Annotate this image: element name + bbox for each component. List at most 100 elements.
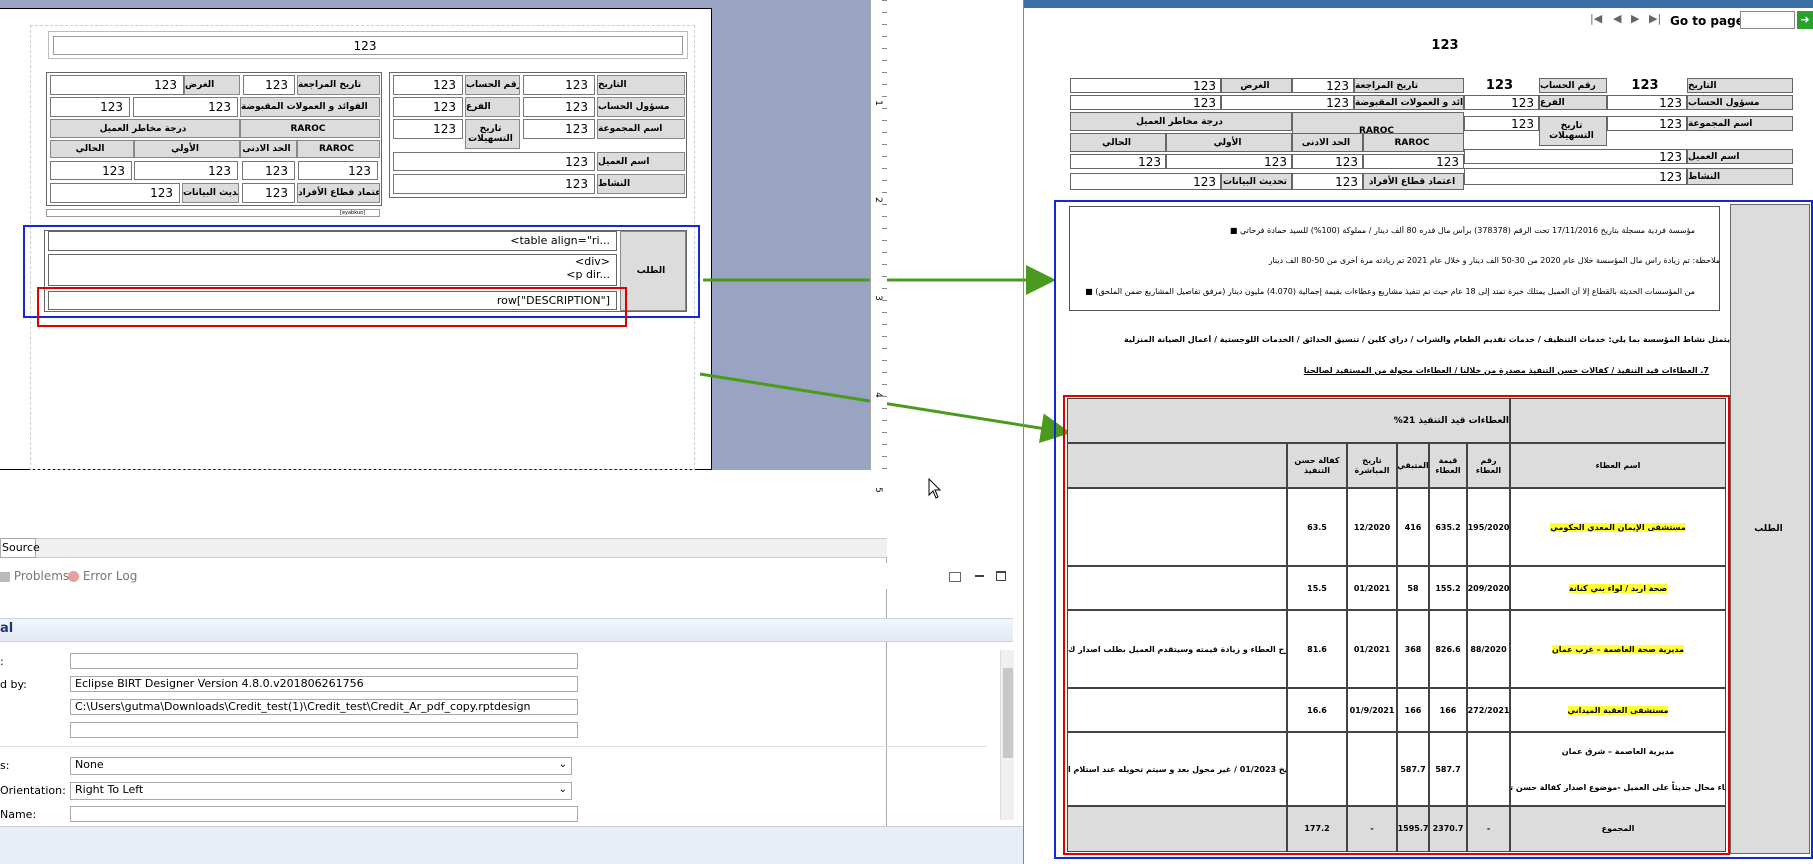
- pv-activity-value: 123: [1464, 168, 1687, 185]
- file-path-field[interactable]: C:\Users\gutma\Downloads\Credit_test(1)\…: [70, 699, 578, 715]
- panel-divider: [0, 746, 987, 747]
- pv-interest-value-a: 123: [1070, 95, 1221, 110]
- pv-table-caption-right: [1510, 398, 1726, 443]
- chevron-down-icon: ⌄: [558, 759, 567, 770]
- row5-note: ينتهي تاريخ 01/2023 / غير محول بعد و سيت…: [1067, 732, 1287, 806]
- preview-topbar: [1023, 0, 1813, 8]
- pv-table-caption-text: العطاءات قيد التنفيذ 21%: [1393, 415, 1509, 426]
- view-menu-icon[interactable]: [949, 572, 961, 582]
- pv-numbered-item: 7. العطاءات قيد التنفيذ / كفالات حسن الت…: [1303, 366, 1709, 375]
- problems-icon: [0, 571, 10, 582]
- pv-initial-label: الأولي: [1166, 133, 1292, 152]
- row5-value: 587.7: [1429, 732, 1467, 806]
- row4-value: 166: [1429, 688, 1467, 732]
- row2-remaining: 58: [1397, 566, 1429, 610]
- maximize-icon[interactable]: [996, 571, 1006, 581]
- mouse-cursor-icon: [928, 478, 942, 499]
- pv-min-label: الحد الادنى: [1292, 133, 1363, 152]
- row1-name: مستشفى الإيمان المعدي الحكومي: [1510, 488, 1726, 566]
- last-page-icon[interactable]: ▶|: [1649, 12, 1661, 25]
- source-tab[interactable]: Source: [0, 538, 40, 558]
- minimize-icon[interactable]: [975, 575, 984, 577]
- pv-branch-label: الفرع: [1539, 95, 1607, 110]
- property-label-name: Name:: [0, 808, 37, 821]
- row2-start: 01/2021: [1347, 566, 1397, 610]
- row5-name-text: مديرية العاصمة – شرق عمان: [1561, 746, 1675, 756]
- goto-page-label: Go to page:: [1670, 14, 1749, 28]
- pv-activity-label: النشاط: [1687, 168, 1793, 185]
- panel-bottom-bar: [0, 826, 1023, 864]
- goto-page-button[interactable]: ➜: [1797, 11, 1813, 29]
- pv-bullet-2: ملاحظة: تم زيادة راس مال المؤسسة خلال عا…: [1268, 256, 1720, 265]
- row4-name-text: مستشفى العقبة الميداني: [1567, 705, 1669, 715]
- panel-scrollbar[interactable]: [1000, 650, 1014, 820]
- created-by-field[interactable]: Eclipse BIRT Designer Version 4.8.0.v201…: [70, 676, 578, 692]
- pv-current-value: 123: [1070, 154, 1166, 169]
- row4-note: [1067, 688, 1287, 732]
- pv-branch-value: 123: [1464, 95, 1539, 110]
- col-header-guarantee: كفالة حسن التنفيذ: [1287, 443, 1347, 488]
- ruler-mark-5: 5: [872, 487, 883, 493]
- chevron-down-icon: ⌄: [558, 784, 567, 795]
- pv-raroc-value: 123: [1363, 154, 1464, 169]
- prev-page-icon[interactable]: ◀: [1613, 12, 1621, 25]
- error-log-icon: [68, 571, 79, 582]
- problems-tab-label: Problems: [13, 569, 70, 583]
- pv-table-caption: العطاءات قيد التنفيذ 21%: [1067, 398, 1510, 443]
- row2-name-text: صحة اربد / لواء بني كنانة: [1568, 583, 1668, 593]
- row4-remaining: 166: [1397, 688, 1429, 732]
- pv-account-value: 123: [1464, 78, 1539, 93]
- row1-start: 12/2020: [1347, 488, 1397, 566]
- pv-group-label: اسم المجموعة: [1687, 116, 1793, 131]
- col-header-empty: [1067, 443, 1287, 488]
- pv-officer-label: مسؤول الحساب: [1687, 95, 1793, 110]
- row3-start: 01/2021: [1347, 610, 1397, 688]
- property-label-1: :: [0, 655, 4, 668]
- pv-risk-label: درجة مخاطر العميل: [1070, 112, 1292, 131]
- pv-bullet-1: مؤسسة فردية مسجلة بتاريخ 17/11/2016 تحت …: [1229, 226, 1695, 235]
- next-page-icon[interactable]: ▶: [1631, 12, 1639, 25]
- total-empty: [1067, 806, 1287, 852]
- row4-guarantee: 16.6: [1287, 688, 1347, 732]
- pv-officer-value: 123: [1607, 95, 1687, 110]
- row1-guarantee: 63.5: [1287, 488, 1347, 566]
- total-label: المجموع: [1510, 806, 1726, 852]
- property-input-4[interactable]: [70, 722, 578, 738]
- error-log-tab-label: Error Log: [82, 569, 138, 583]
- name-input[interactable]: [70, 806, 578, 822]
- row5-name: مديرية العاصمة – شرق عمان (العطاء محال ح…: [1510, 732, 1726, 806]
- orientation-value: Right To Left: [75, 783, 144, 796]
- row5-name-subtext: (العطاء محال حديثاً على العميل -موضوع اص…: [1510, 782, 1725, 792]
- total-remaining: 1595.7: [1397, 806, 1429, 852]
- pv-review-label: تاريخ المراجعة: [1354, 78, 1464, 93]
- pv-facility-value: 123: [1464, 116, 1539, 131]
- first-page-icon[interactable]: |◀: [1590, 12, 1602, 25]
- pv-activity-text: يتمثل نشاط المؤسسة بما يلي: خدمات التنظي…: [1123, 335, 1730, 344]
- pv-purpose-value: 123: [1070, 78, 1221, 93]
- row3-name-text: مديرية صحة العاصمة – غرب عمان: [1551, 644, 1685, 654]
- pv-client-label: اسم العميل: [1687, 149, 1793, 164]
- goto-page-input[interactable]: [1740, 11, 1795, 29]
- row3-name: مديرية صحة العاصمة – غرب عمان: [1510, 610, 1726, 688]
- preview-title: 123: [1431, 38, 1459, 53]
- total-guarantee: 177.2: [1287, 806, 1347, 852]
- error-log-tab[interactable]: Error Log: [68, 569, 137, 583]
- row1-remaining: 416: [1397, 488, 1429, 566]
- row3-remaining: 368: [1397, 610, 1429, 688]
- row1-number: 195/2020: [1467, 488, 1510, 566]
- pv-current-label: الحالي: [1070, 133, 1166, 152]
- select-none[interactable]: None ⌄: [70, 757, 572, 775]
- property-label-orientation: Orientation:: [0, 784, 66, 797]
- problems-tab[interactable]: Problems: [0, 569, 69, 583]
- pv-update-label: تحديث البيانات: [1221, 173, 1292, 190]
- pv-client-value: 123: [1464, 149, 1687, 164]
- property-input-1[interactable]: [70, 653, 578, 669]
- col-header-start: تاريخ المباشرة: [1347, 443, 1397, 488]
- orientation-select[interactable]: Right To Left ⌄: [70, 782, 572, 800]
- row4-start: 01/9/2021: [1347, 688, 1397, 732]
- pv-purpose-label: الغرض: [1221, 78, 1292, 93]
- row3-value: 826.6: [1429, 610, 1467, 688]
- row2-name: صحة اربد / لواء بني كنانة: [1510, 566, 1726, 610]
- row5-guarantee: [1287, 732, 1347, 806]
- scroll-thumb[interactable]: [1003, 668, 1013, 758]
